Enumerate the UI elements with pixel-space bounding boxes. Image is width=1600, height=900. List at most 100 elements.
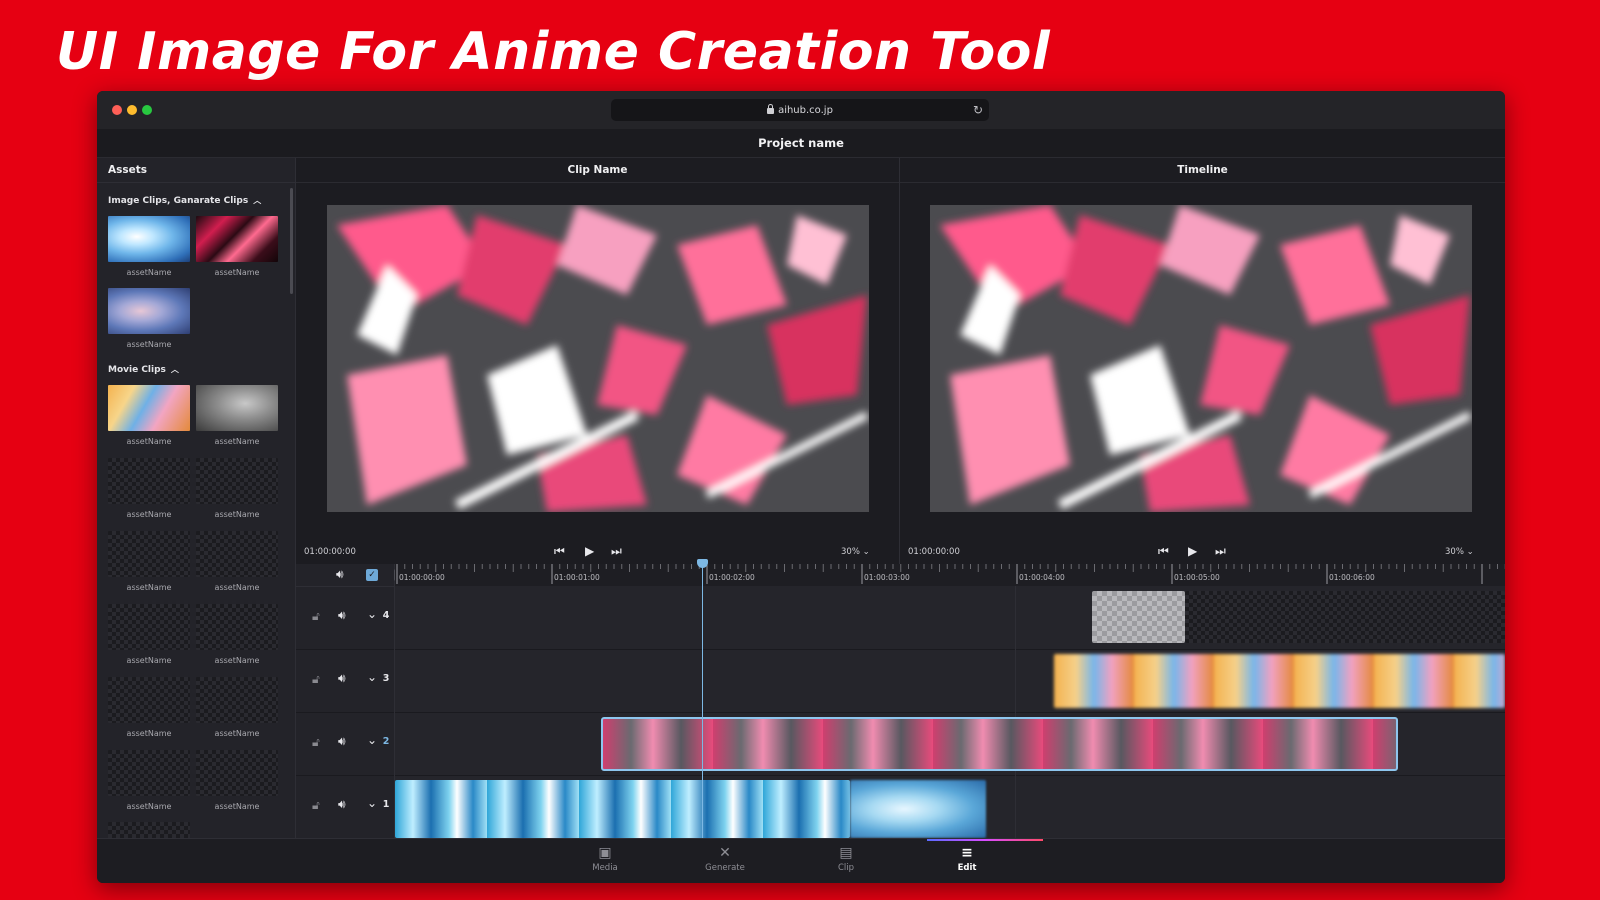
- volume-icon[interactable]: 🔊︎: [338, 734, 346, 749]
- asset-label: assetName: [126, 510, 172, 519]
- ruler-label: 01:00:03:00: [864, 573, 910, 582]
- clip-preview-image: [327, 205, 869, 512]
- asset-thumbnail[interactable]: [108, 288, 190, 334]
- asset-thumbnail[interactable]: [196, 216, 278, 262]
- play-icon[interactable]: ▶: [1188, 544, 1197, 558]
- assets-header: Assets: [97, 158, 295, 183]
- movie-clips-section-toggle[interactable]: Movie Clips ︿: [108, 364, 179, 375]
- track-controls: 🔊︎ ✓ 🔓︎ 🔊︎ ⌄ 4 🔓︎ 🔊︎ ⌄ 3 🔓︎ 🔊︎ ⌄ 2 🔓︎ 🔊︎…: [296, 564, 395, 839]
- clip-viewer-title: Clip Name: [567, 164, 628, 176]
- unlock-icon[interactable]: 🔓︎: [312, 609, 320, 624]
- page-headline: UI Image For Anime Creation Tool: [56, 22, 1051, 82]
- project-bar: Project name: [97, 129, 1505, 158]
- asset-thumbnail-placeholder[interactable]: [196, 531, 278, 577]
- unlock-icon[interactable]: 🔓︎: [312, 672, 320, 687]
- generate-icon: ✕: [719, 845, 731, 861]
- lock-icon: [767, 104, 775, 114]
- skip-forward-icon[interactable]: ⏭: [1215, 544, 1226, 559]
- asset-thumbnail-placeholder[interactable]: [196, 677, 278, 723]
- asset-thumbnail-placeholder[interactable]: [196, 458, 278, 504]
- nav-clip[interactable]: ▤ Clip: [816, 845, 876, 873]
- skip-back-icon[interactable]: ⏮: [554, 544, 565, 559]
- asset-label: assetName: [214, 583, 260, 592]
- media-icon: ▣: [598, 845, 612, 861]
- play-icon[interactable]: ▶: [585, 544, 594, 558]
- reload-icon[interactable]: ↻: [973, 103, 983, 117]
- volume-icon[interactable]: 🔊︎: [338, 608, 346, 623]
- timeline-zoom-select[interactable]: 30% ⌄: [1445, 547, 1474, 557]
- assets-scrollbar[interactable]: [290, 188, 293, 294]
- timeline-preview-image: [930, 205, 1472, 512]
- nav-edit-label: Edit: [957, 863, 977, 873]
- active-tab-indicator: [927, 839, 1043, 841]
- ruler-label: 01:00:06:00: [1329, 573, 1375, 582]
- timeline-zoom-value: 30%: [1445, 547, 1464, 557]
- clip-icon: ▤: [839, 845, 853, 861]
- timeline-preview[interactable]: [930, 205, 1472, 512]
- project-name[interactable]: Project name: [97, 136, 1505, 150]
- track-number: 4: [382, 610, 390, 621]
- volume-icon[interactable]: 🔊︎: [338, 797, 346, 812]
- asset-thumbnail-placeholder[interactable]: [108, 458, 190, 504]
- track1-image-clip[interactable]: [395, 780, 850, 838]
- asset-thumbnail-placeholder[interactable]: [196, 604, 278, 650]
- track2-selected-clip[interactable]: [601, 717, 1398, 771]
- track-control-row: 🔓︎ 🔊︎ ⌄ 1: [296, 775, 394, 839]
- address-bar[interactable]: aihub.co.jp ↻: [611, 99, 989, 121]
- assets-title: Assets: [108, 164, 148, 176]
- unlock-icon[interactable]: 🔓︎: [312, 735, 320, 750]
- asset-thumbnail-placeholder[interactable]: [108, 750, 190, 796]
- edit-icon: ≡: [961, 845, 973, 861]
- browser-bar: aihub.co.jp ↻: [97, 91, 1505, 129]
- timeline-ruler[interactable]: 01:00:00:00 01:00:01:00 01:00:02:00 01:0…: [395, 564, 1505, 587]
- nav-generate-label: Generate: [705, 863, 745, 873]
- chevron-down-icon[interactable]: ⌄: [367, 733, 377, 747]
- track1-blur-clip[interactable]: [850, 780, 986, 838]
- asset-label: assetName: [126, 656, 172, 665]
- skip-forward-icon[interactable]: ⏭: [611, 544, 622, 559]
- snap-toggle-icon[interactable]: ✓: [366, 569, 378, 581]
- track4-clip[interactable]: [1092, 591, 1185, 643]
- clip-viewer-header: Clip Name: [296, 158, 899, 183]
- clip-preview[interactable]: [327, 205, 869, 512]
- asset-thumbnail-placeholder[interactable]: [196, 750, 278, 796]
- chevron-down-icon[interactable]: ⌄: [367, 670, 377, 684]
- master-volume-icon[interactable]: 🔊︎: [336, 567, 344, 582]
- asset-thumbnail-placeholder[interactable]: [108, 677, 190, 723]
- asset-label: assetName: [126, 729, 172, 738]
- asset-label: assetName: [126, 340, 172, 349]
- assets-panel: Assets Image Clips, Ganarate Clips ︿ asse…: [97, 158, 296, 838]
- chevron-up-icon: ︿: [253, 196, 262, 205]
- nav-media[interactable]: ▣ Media: [575, 845, 635, 873]
- track3-movie-clip[interactable]: [1054, 654, 1505, 708]
- clip-timecode: 01:00:00:00: [304, 547, 356, 557]
- asset-label: assetName: [214, 437, 260, 446]
- asset-thumbnail[interactable]: [108, 385, 190, 431]
- close-window-button[interactable]: [112, 105, 122, 115]
- playhead-line[interactable]: [702, 559, 703, 838]
- image-clips-section-toggle[interactable]: Image Clips, Ganarate Clips ︿: [108, 195, 261, 206]
- skip-back-icon[interactable]: ⏮: [1158, 544, 1169, 559]
- maximize-window-button[interactable]: [142, 105, 152, 115]
- unlock-icon[interactable]: 🔓︎: [312, 798, 320, 813]
- timeline-timecode: 01:00:00:00: [908, 547, 960, 557]
- chevron-down-icon[interactable]: ⌄: [367, 796, 377, 810]
- asset-thumbnail[interactable]: [196, 385, 278, 431]
- track-control-row: 🔓︎ 🔊︎ ⌄ 2: [296, 712, 394, 776]
- track4-empty-region: [1185, 591, 1505, 643]
- url-text: aihub.co.jp: [778, 104, 833, 116]
- asset-thumbnail[interactable]: [108, 216, 190, 262]
- asset-thumbnail-placeholder[interactable]: [108, 822, 190, 838]
- image-clips-section-label: Image Clips, Ganarate Clips: [108, 196, 249, 206]
- ruler-label: 01:00:00:00: [399, 573, 445, 582]
- asset-thumbnail-placeholder[interactable]: [108, 531, 190, 577]
- nav-edit[interactable]: ≡ Edit: [937, 845, 997, 873]
- minimize-window-button[interactable]: [127, 105, 137, 115]
- asset-thumbnail-placeholder[interactable]: [108, 604, 190, 650]
- volume-icon[interactable]: 🔊︎: [338, 671, 346, 686]
- track-number: 1: [382, 799, 390, 810]
- track-control-row: 🔓︎ 🔊︎ ⌄ 4: [296, 586, 394, 650]
- nav-generate[interactable]: ✕ Generate: [695, 845, 755, 873]
- clip-zoom-select[interactable]: 30% ⌄: [841, 547, 870, 557]
- chevron-down-icon[interactable]: ⌄: [367, 607, 377, 621]
